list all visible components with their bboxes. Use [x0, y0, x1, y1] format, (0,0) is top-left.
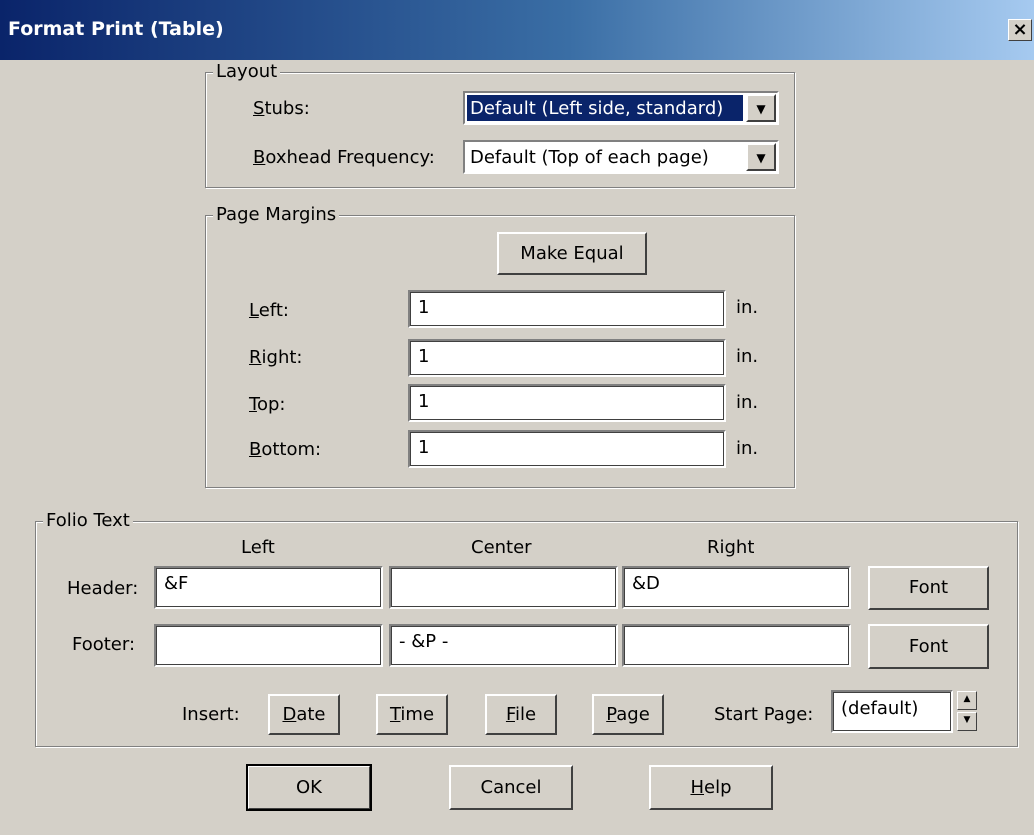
start-page-input[interactable]: (default) [831, 690, 953, 733]
margin-left-label: Left: [249, 300, 289, 321]
stubs-dropdown-button[interactable]: ▼ [746, 94, 776, 122]
chevron-down-icon: ▼ [756, 102, 766, 116]
stubs-label: Stubs: [253, 98, 310, 119]
header-center-input[interactable] [389, 566, 618, 609]
spin-down-icon: ▼ [963, 715, 971, 725]
close-button[interactable]: × [1008, 19, 1032, 41]
margin-top-input[interactable]: 1 [408, 384, 726, 422]
boxhead-dropdown-button[interactable]: ▼ [746, 143, 776, 171]
page-margins-legend: Page Margins [213, 205, 340, 225]
stubs-value: Default (Left side, standard) [467, 95, 743, 121]
cancel-button[interactable]: Cancel [449, 765, 573, 810]
boxhead-dropdown[interactable]: Default (Top of each page) ▼ [463, 140, 779, 174]
margin-right-unit: in. [736, 346, 759, 367]
chevron-down-icon: ▼ [756, 151, 766, 165]
layout-legend: Layout [213, 62, 281, 82]
footer-font-button[interactable]: Font [868, 624, 989, 669]
margin-top-label: Top: [249, 394, 286, 415]
insert-label: Insert: [182, 704, 240, 725]
make-equal-button[interactable]: Make Equal [497, 232, 647, 275]
margin-bottom-label: Bottom: [249, 439, 322, 460]
spin-up-icon: ▲ [963, 694, 971, 704]
margin-left-input[interactable]: 1 [408, 290, 726, 328]
start-page-spin-up[interactable]: ▲ [957, 691, 977, 710]
header-right-input[interactable]: &D [622, 566, 851, 609]
insert-time-button[interactable]: Time [376, 694, 448, 735]
footer-left-input[interactable] [154, 624, 383, 667]
margin-right-label: Right: [249, 347, 303, 368]
column-header-right: Right [707, 537, 755, 558]
footer-right-input[interactable] [622, 624, 851, 667]
stubs-dropdown[interactable]: Default (Left side, standard) ▼ [463, 91, 779, 125]
header-left-input[interactable]: &F [154, 566, 383, 609]
header-font-button[interactable]: Font [868, 566, 989, 610]
folio-text-legend: Folio Text [43, 511, 133, 531]
margin-left-unit: in. [736, 297, 759, 318]
close-icon: × [1012, 19, 1028, 40]
start-page-spin-down[interactable]: ▼ [957, 712, 977, 731]
margin-bottom-unit: in. [736, 438, 759, 459]
start-page-label: Start Page: [714, 704, 814, 725]
column-header-left: Left [241, 537, 275, 558]
footer-center-input[interactable]: - &P - [389, 624, 618, 667]
ok-button[interactable]: OK [246, 764, 372, 811]
header-label: Header: [67, 578, 139, 599]
margin-top-unit: in. [736, 392, 759, 413]
help-button[interactable]: Help [649, 765, 773, 810]
insert-page-button[interactable]: Page [592, 694, 664, 735]
boxhead-label: Boxhead Frequency: [253, 147, 435, 168]
insert-date-button[interactable]: Date [268, 694, 340, 735]
insert-file-button[interactable]: File [485, 694, 557, 735]
margin-bottom-input[interactable]: 1 [408, 430, 726, 468]
boxhead-value: Default (Top of each page) [470, 147, 709, 168]
window-title: Format Print (Table) [8, 18, 224, 40]
footer-label: Footer: [72, 634, 136, 655]
margin-right-input[interactable]: 1 [408, 339, 726, 377]
column-header-center: Center [471, 537, 532, 558]
